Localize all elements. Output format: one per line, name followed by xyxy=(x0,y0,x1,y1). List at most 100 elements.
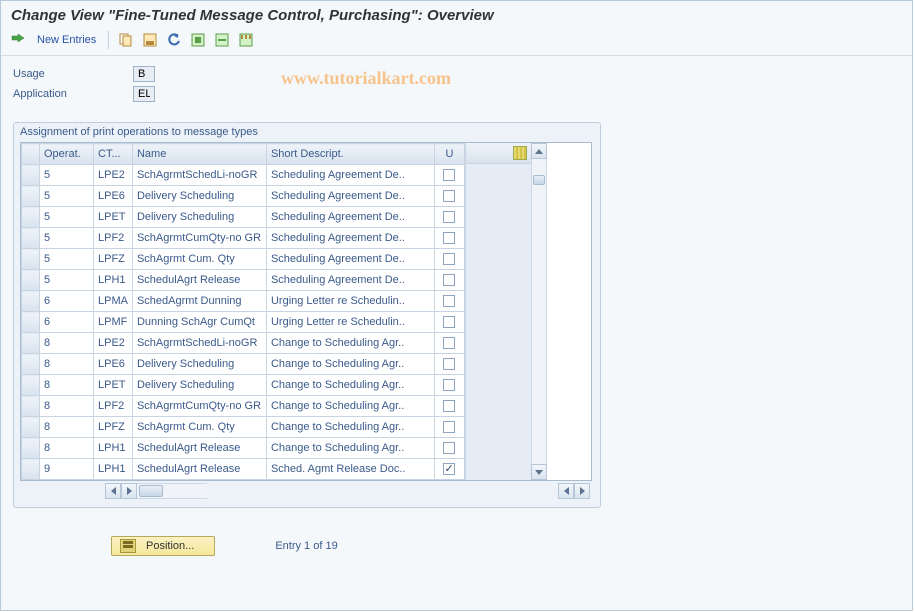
cell-short[interactable]: Change to Scheduling Agr.. xyxy=(266,375,434,396)
col-name[interactable]: Name xyxy=(132,144,266,165)
scroll-track[interactable] xyxy=(531,159,547,464)
table-row[interactable]: 8LPF2SchAgrmtCumQty-no GRChange to Sched… xyxy=(22,396,465,417)
table-row[interactable]: 5LPFZSchAgrmt Cum. QtyScheduling Agreeme… xyxy=(22,249,465,270)
cell-name[interactable]: SchedulAgrt Release xyxy=(132,459,266,480)
usage-field[interactable] xyxy=(133,66,155,82)
cell-short[interactable]: Scheduling Agreement De.. xyxy=(266,207,434,228)
cell-operat[interactable]: 5 xyxy=(40,228,94,249)
cell-name[interactable]: Delivery Scheduling xyxy=(132,354,266,375)
cell-name[interactable]: SchedulAgrt Release xyxy=(132,270,266,291)
col-short[interactable]: Short Descript. xyxy=(266,144,434,165)
hscroll-thumb[interactable] xyxy=(139,485,163,497)
cell-ct[interactable]: LPFZ xyxy=(94,417,133,438)
update-checkbox[interactable] xyxy=(443,421,455,433)
cell-operat[interactable]: 8 xyxy=(40,417,94,438)
col-operat[interactable]: Operat. xyxy=(40,144,94,165)
hscroll-left-button[interactable] xyxy=(105,483,121,499)
cell-ct[interactable]: LPET xyxy=(94,207,133,228)
cell-operat[interactable]: 9 xyxy=(40,459,94,480)
cell-short[interactable]: Urging Letter re Schedulin.. xyxy=(266,312,434,333)
cell-name[interactable]: SchAgrmtSchedLi-noGR xyxy=(132,333,266,354)
update-checkbox[interactable] xyxy=(443,169,455,181)
cell-ct[interactable]: LPE6 xyxy=(94,186,133,207)
cell-u[interactable] xyxy=(434,186,464,207)
cell-name[interactable]: Delivery Scheduling xyxy=(132,207,266,228)
table-row[interactable]: 8LPFZSchAgrmt Cum. QtyChange to Scheduli… xyxy=(22,417,465,438)
cell-short[interactable]: Scheduling Agreement De.. xyxy=(266,249,434,270)
update-checkbox[interactable] xyxy=(443,442,455,454)
cell-short[interactable]: Sched. Agmt Release Doc.. xyxy=(266,459,434,480)
cell-short[interactable]: Scheduling Agreement De.. xyxy=(266,270,434,291)
cell-ct[interactable]: LPE2 xyxy=(94,333,133,354)
cell-short[interactable]: Change to Scheduling Agr.. xyxy=(266,333,434,354)
cell-name[interactable]: SchAgrmtSchedLi-noGR xyxy=(132,165,266,186)
row-selector[interactable] xyxy=(22,270,40,291)
config-icon[interactable] xyxy=(237,31,255,49)
col-select[interactable] xyxy=(22,144,40,165)
table-row[interactable]: 8LPH1SchedulAgrt ReleaseChange to Schedu… xyxy=(22,438,465,459)
position-button[interactable]: Position... xyxy=(111,536,215,556)
cell-short[interactable]: Change to Scheduling Agr.. xyxy=(266,354,434,375)
cell-name[interactable]: Delivery Scheduling xyxy=(132,375,266,396)
cell-operat[interactable]: 5 xyxy=(40,270,94,291)
cell-operat[interactable]: 8 xyxy=(40,333,94,354)
table-row[interactable]: 5LPE6Delivery SchedulingScheduling Agree… xyxy=(22,186,465,207)
undo-icon[interactable] xyxy=(165,31,183,49)
cell-u[interactable] xyxy=(434,333,464,354)
cell-ct[interactable]: LPMA xyxy=(94,291,133,312)
cell-name[interactable]: Dunning SchAgr CumQt xyxy=(132,312,266,333)
vertical-scrollbar[interactable] xyxy=(531,143,547,480)
cell-operat[interactable]: 6 xyxy=(40,312,94,333)
cell-ct[interactable]: LPF2 xyxy=(94,396,133,417)
update-checkbox[interactable] xyxy=(443,358,455,370)
table-row[interactable]: 5LPETDelivery SchedulingScheduling Agree… xyxy=(22,207,465,228)
cell-operat[interactable]: 6 xyxy=(40,291,94,312)
scroll-up-button[interactable] xyxy=(531,143,547,159)
application-field[interactable] xyxy=(133,86,155,102)
col-u[interactable]: U xyxy=(434,144,464,165)
row-selector[interactable] xyxy=(22,228,40,249)
update-checkbox[interactable] xyxy=(443,400,455,412)
row-selector[interactable] xyxy=(22,249,40,270)
update-checkbox[interactable] xyxy=(443,379,455,391)
row-selector[interactable] xyxy=(22,417,40,438)
update-checkbox[interactable] xyxy=(443,190,455,202)
copy-icon[interactable] xyxy=(117,31,135,49)
new-entries-button[interactable]: New Entries xyxy=(33,34,100,46)
update-checkbox[interactable] xyxy=(443,316,455,328)
cell-u[interactable] xyxy=(434,249,464,270)
cell-u[interactable] xyxy=(434,396,464,417)
cell-ct[interactable]: LPE2 xyxy=(94,165,133,186)
columns-config-icon[interactable] xyxy=(513,146,527,160)
table-row[interactable]: 8LPE2SchAgrmtSchedLi-noGRChange to Sched… xyxy=(22,333,465,354)
cell-name[interactable]: Delivery Scheduling xyxy=(132,186,266,207)
scroll-down-button[interactable] xyxy=(531,464,547,480)
cell-name[interactable]: SchedulAgrt Release xyxy=(132,438,266,459)
cell-short[interactable]: Scheduling Agreement De.. xyxy=(266,228,434,249)
cell-ct[interactable]: LPMF xyxy=(94,312,133,333)
cell-short[interactable]: Scheduling Agreement De.. xyxy=(266,186,434,207)
row-selector[interactable] xyxy=(22,207,40,228)
table-row[interactable]: 8LPETDelivery SchedulingChange to Schedu… xyxy=(22,375,465,396)
cell-short[interactable]: Change to Scheduling Agr.. xyxy=(266,438,434,459)
update-checkbox[interactable] xyxy=(443,211,455,223)
row-selector[interactable] xyxy=(22,165,40,186)
update-checkbox[interactable] xyxy=(443,253,455,265)
hscroll-right1-button[interactable] xyxy=(121,483,137,499)
cell-u[interactable] xyxy=(434,207,464,228)
save-icon[interactable] xyxy=(141,31,159,49)
cell-operat[interactable]: 8 xyxy=(40,375,94,396)
cell-u[interactable] xyxy=(434,375,464,396)
cell-operat[interactable]: 5 xyxy=(40,207,94,228)
table-row[interactable]: 5LPE2SchAgrmtSchedLi-noGRScheduling Agre… xyxy=(22,165,465,186)
row-selector[interactable] xyxy=(22,438,40,459)
cell-u[interactable] xyxy=(434,270,464,291)
row-selector[interactable] xyxy=(22,291,40,312)
table-row[interactable]: 5LPH1SchedulAgrt ReleaseScheduling Agree… xyxy=(22,270,465,291)
row-selector[interactable] xyxy=(22,333,40,354)
col-ct[interactable]: CT... xyxy=(94,144,133,165)
cell-ct[interactable]: LPF2 xyxy=(94,228,133,249)
row-selector[interactable] xyxy=(22,312,40,333)
cell-operat[interactable]: 8 xyxy=(40,354,94,375)
cell-short[interactable]: Scheduling Agreement De.. xyxy=(266,165,434,186)
